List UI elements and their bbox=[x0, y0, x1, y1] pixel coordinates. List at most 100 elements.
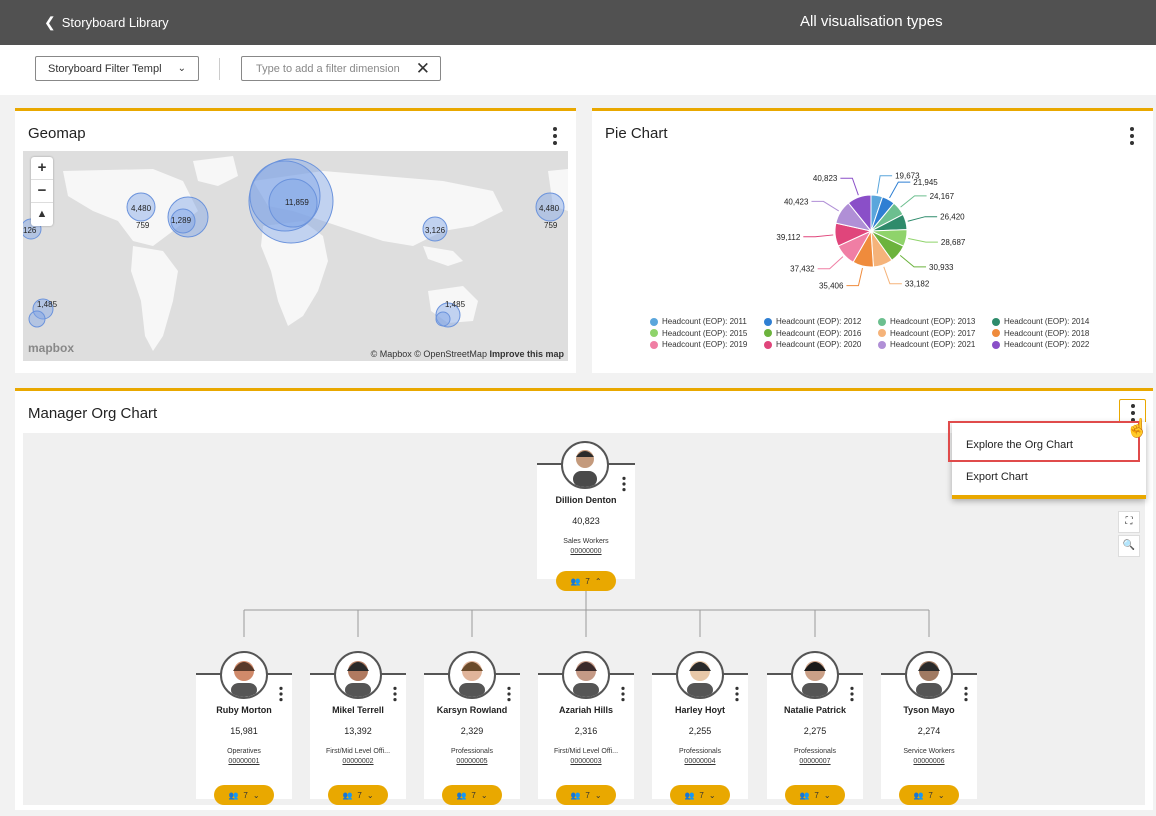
zoom-out-icon[interactable]: − bbox=[31, 180, 53, 203]
filter-template-value: Storyboard Filter Templ bbox=[48, 62, 162, 75]
org-node-child[interactable]: Azariah Hills 2,316 First/Mid Level Offi..… bbox=[538, 651, 634, 805]
node-role: Professionals bbox=[793, 748, 837, 755]
node-id-link[interactable]: 00000003 bbox=[538, 758, 634, 765]
bubble-label: 759 bbox=[136, 221, 150, 230]
pie-leader-line bbox=[803, 234, 834, 238]
legend-swatch bbox=[650, 329, 658, 338]
node-id-link[interactable]: 00000004 bbox=[652, 758, 748, 765]
expand-reports-button[interactable]: 👥 7 ⌄ bbox=[556, 785, 616, 805]
world-map: 11,859 4,480 759 1,289 3,126 4,480 759 1… bbox=[23, 156, 568, 351]
compass-icon[interactable]: ▲ bbox=[31, 203, 53, 226]
back-to-library-link[interactable]: ❮ Storyboard Library bbox=[44, 14, 169, 31]
node-more-icon[interactable] bbox=[617, 685, 628, 703]
chevron-down-icon: ⌄ bbox=[823, 790, 831, 800]
attribution-text[interactable]: © Mapbox © OpenStreetMap bbox=[371, 349, 487, 359]
org-node-child[interactable]: Ruby Morton 15,981 Operatives 00000001 👥 7 ⌄ bbox=[196, 651, 292, 805]
expand-reports-button[interactable]: 👥 7 ⌄ bbox=[670, 785, 730, 805]
node-more-icon[interactable] bbox=[731, 685, 742, 703]
legend-item[interactable]: Headcount (EOP): 2017 bbox=[878, 328, 992, 340]
node-name: Tyson Mayo bbox=[903, 705, 955, 715]
bubble-label: 3,126 bbox=[425, 226, 446, 235]
pie-leader-line bbox=[900, 195, 927, 208]
node-id-link[interactable]: 00000002 bbox=[310, 758, 406, 765]
legend-item[interactable]: Headcount (EOP): 2015 bbox=[650, 328, 764, 340]
legend-item[interactable]: Headcount (EOP): 2022 bbox=[992, 339, 1106, 351]
legend-label: Headcount (EOP): 2018 bbox=[1004, 328, 1090, 338]
chevron-left-icon: ❮ bbox=[44, 14, 56, 30]
legend-label: Headcount (EOP): 2017 bbox=[890, 328, 976, 338]
reports-count: 7 bbox=[585, 576, 590, 586]
filter-dimension-input[interactable]: Type to add a filter dimension ✕ bbox=[241, 56, 441, 81]
filter-placeholder: Type to add a filter dimension bbox=[256, 63, 400, 75]
node-more-icon[interactable] bbox=[618, 475, 629, 493]
legend-item[interactable]: Headcount (EOP): 2011 bbox=[650, 316, 764, 328]
node-name: Karsyn Rowland bbox=[436, 705, 508, 715]
avatar bbox=[905, 651, 953, 699]
pie-value-label: 24,167 bbox=[930, 192, 955, 201]
legend-item[interactable]: Headcount (EOP): 2019 bbox=[650, 339, 764, 351]
node-more-icon[interactable] bbox=[960, 685, 971, 703]
bubble-label: 1,485 bbox=[445, 300, 466, 309]
map-attribution: © Mapbox © OpenStreetMap Improve this ma… bbox=[371, 349, 564, 359]
node-more-icon[interactable] bbox=[503, 685, 514, 703]
people-icon: 👥 bbox=[913, 790, 924, 800]
chevron-down-icon: ⌄ bbox=[480, 790, 488, 800]
collapse-reports-button[interactable]: 👥 7 ⌃ bbox=[556, 571, 616, 591]
improve-map-link[interactable]: Improve this map bbox=[489, 349, 564, 359]
expand-reports-button[interactable]: 👥 7 ⌄ bbox=[899, 785, 959, 805]
geomap-card: Geomap 11,859 4,480 759 1,289 3,126 4,48… bbox=[15, 108, 576, 373]
people-icon: 👥 bbox=[799, 790, 810, 800]
pie-leader-line bbox=[889, 181, 911, 199]
node-id-link[interactable]: 00000007 bbox=[767, 758, 863, 765]
clear-icon[interactable]: ✕ bbox=[416, 59, 430, 79]
node-more-icon[interactable] bbox=[275, 685, 286, 703]
chevron-down-icon: ⌄ bbox=[366, 790, 374, 800]
pie-leader-line bbox=[840, 177, 859, 196]
legend-item[interactable]: Headcount (EOP): 2020 bbox=[764, 339, 878, 351]
org-node-child[interactable]: Tyson Mayo 2,274 Service Workers 00000006 👥 7… bbox=[881, 651, 977, 805]
legend-item[interactable]: Headcount (EOP): 2021 bbox=[878, 339, 992, 351]
legend-swatch bbox=[878, 329, 886, 338]
zoom-in-icon[interactable]: + bbox=[31, 157, 53, 180]
bubble-label: 1,289 bbox=[171, 216, 192, 225]
org-node-child[interactable]: Natalie Patrick 2,275 Professionals 0000000… bbox=[767, 651, 863, 805]
node-id-link[interactable]: 00000006 bbox=[881, 758, 977, 765]
node-more-icon[interactable] bbox=[846, 685, 857, 703]
expand-reports-button[interactable]: 👥 7 ⌄ bbox=[442, 785, 502, 805]
divider bbox=[219, 58, 220, 80]
map-zoom-controls: + − ▲ bbox=[31, 157, 53, 226]
pie-value-label: 21,945 bbox=[913, 178, 938, 187]
pie-legend: Headcount (EOP): 2011 Headcount (EOP): 20… bbox=[650, 316, 1100, 351]
org-node-child[interactable]: Mikel Terrell 13,392 First/Mid Level Offi.… bbox=[310, 651, 406, 805]
node-id-link[interactable]: 00000001 bbox=[196, 758, 292, 765]
node-name: Azariah Hills bbox=[558, 705, 614, 715]
node-id-link[interactable]: 00000005 bbox=[424, 758, 520, 765]
search-icon[interactable]: 🔍 bbox=[1118, 535, 1140, 557]
geomap-title: Geomap bbox=[28, 125, 86, 142]
expand-reports-button[interactable]: 👥 7 ⌄ bbox=[785, 785, 845, 805]
expand-reports-button[interactable]: 👥 7 ⌄ bbox=[214, 785, 274, 805]
filter-template-select[interactable]: Storyboard Filter Templ ⌄ bbox=[35, 56, 199, 81]
fit-screen-icon[interactable]: ⛶ bbox=[1118, 511, 1140, 533]
people-icon: 👥 bbox=[228, 790, 239, 800]
org-node-root[interactable]: Dillion Denton 40,823 Sales Workers 0000… bbox=[537, 441, 635, 591]
node-value: 2,274 bbox=[917, 726, 941, 736]
org-node-child[interactable]: Karsyn Rowland 2,329 Professionals 00000005… bbox=[424, 651, 520, 805]
node-more-icon[interactable] bbox=[389, 685, 400, 703]
geomap-more-icon[interactable] bbox=[548, 125, 562, 147]
legend-swatch bbox=[764, 317, 772, 326]
legend-item[interactable]: Headcount (EOP): 2016 bbox=[764, 328, 878, 340]
org-node-child[interactable]: Harley Hoyt 2,255 Professionals 00000004 👥 7 ⌄ bbox=[652, 651, 748, 805]
legend-label: Headcount (EOP): 2012 bbox=[776, 317, 862, 327]
expand-reports-button[interactable]: 👥 7 ⌄ bbox=[328, 785, 388, 805]
geomap-canvas[interactable]: 11,859 4,480 759 1,289 3,126 4,480 759 1… bbox=[23, 151, 568, 361]
bubble-label: 4,480 bbox=[131, 204, 152, 213]
legend-item[interactable]: Headcount (EOP): 2014 bbox=[992, 316, 1106, 328]
node-id-link[interactable]: 00000000 bbox=[537, 548, 635, 555]
export-chart-item[interactable]: Export Chart bbox=[952, 471, 1146, 483]
legend-item[interactable]: Headcount (EOP): 2018 bbox=[992, 328, 1106, 340]
legend-label: Headcount (EOP): 2022 bbox=[1004, 340, 1090, 350]
legend-label: Headcount (EOP): 2016 bbox=[776, 328, 862, 338]
legend-item[interactable]: Headcount (EOP): 2013 bbox=[878, 316, 992, 328]
legend-item[interactable]: Headcount (EOP): 2012 bbox=[764, 316, 878, 328]
